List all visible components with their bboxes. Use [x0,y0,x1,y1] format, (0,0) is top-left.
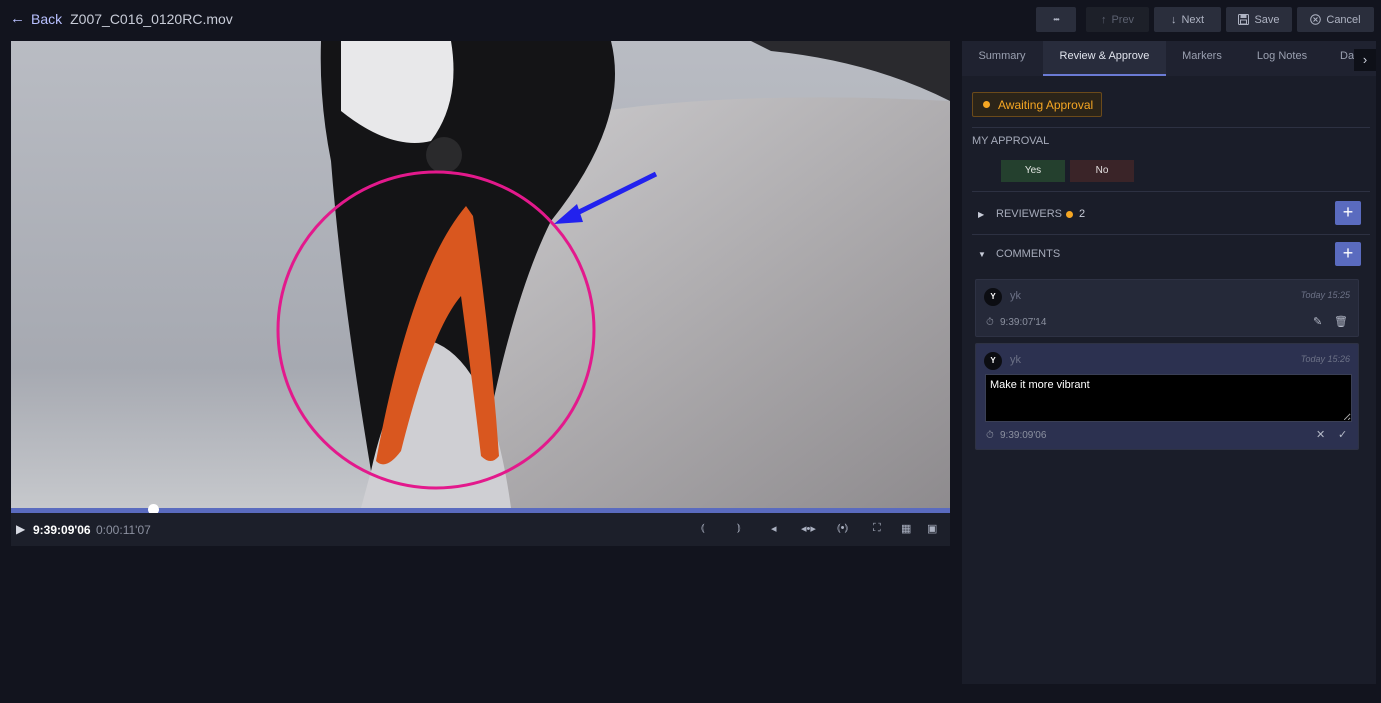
prev-button[interactable]: ↑ Prev [1086,7,1149,32]
avatar: Y [984,352,1002,370]
avatar: Y [984,288,1002,306]
play-icon[interactable]: ▶ [16,522,25,536]
file-name: Z007_C016_0120RC.mov [70,10,233,27]
go-to-in-icon[interactable]: ◂ [771,522,777,535]
add-comment-button[interactable]: + [1335,242,1361,266]
next-button[interactable]: ↓ Next [1154,7,1221,32]
approve-no-button[interactable]: No [1070,160,1134,182]
status-badge: Awaiting Approval [972,92,1103,117]
tab-log-notes[interactable]: Log Notes [1242,41,1322,76]
my-approval-label: MY APPROVAL [972,135,1050,147]
add-reviewer-button[interactable]: + [1335,201,1361,225]
prev-label: Prev [1111,13,1135,26]
close-icon[interactable]: ✕ [1316,428,1325,441]
arrow-left-icon: ← [10,10,25,27]
tab-markers[interactable]: Markers [1167,41,1237,76]
comment-textarea[interactable] [985,374,1352,422]
caret-down-icon[interactable]: ▼ [978,250,986,259]
comment-item-editing: Y yk Today 15:26 ⏱ 9:39:09'06 ✕ ✓ [975,343,1359,450]
save-icon [1238,14,1250,25]
tab-bar: Summary Review & Approve Markers Log Not… [962,41,1376,76]
trash-icon[interactable]: 🗑 [1334,315,1348,328]
clear-in-out-icon[interactable]: ◂•▸ [801,522,816,535]
top-bar: ← Back Z007_C016_0120RC.mov ••• ↑ Prev ↓… [0,0,1381,38]
player-controls: ▶ 9:39:09'06 0:00:11'07 ⦅ ⦆ ◂ ◂•▸ ⦅•⦆ ⛶ … [11,513,950,546]
play-in-out-icon[interactable]: ⦅•⦆ [837,522,848,535]
review-panel: Summary Review & Approve Markers Log Not… [962,41,1376,684]
save-label: Save [1254,13,1280,26]
mark-out-icon[interactable]: ⦆ [737,522,741,535]
cancel-circle-icon [1310,14,1322,25]
status-label: Awaiting Approval [998,97,1094,112]
save-button[interactable]: Save [1226,7,1292,32]
comment-timecode[interactable]: 9:39:07'14 [1000,317,1046,328]
comments-label[interactable]: COMMENTS [996,248,1060,260]
caret-right-icon[interactable]: ▶ [978,210,984,219]
edit-icon[interactable]: ✎ [1313,315,1322,328]
cancel-button[interactable]: Cancel [1297,7,1374,32]
stopwatch-icon: ⏱ [986,317,994,328]
image-icon[interactable]: ▣ [927,522,937,535]
divider [972,234,1370,235]
elapsed-time: 0:00:11'07 [96,523,151,537]
audio-levels-icon[interactable]: ▦ [901,522,911,535]
back-button[interactable]: ← Back Z007_C016_0120RC.mov [10,10,233,27]
comment-item: Y yk Today 15:25 ⏱ 9:39:07'14 ✎ 🗑 [975,279,1359,337]
comment-time: Today 15:26 [1300,354,1350,364]
next-label: Next [1181,13,1205,26]
comment-author: yk [1010,354,1021,366]
chevron-right-icon[interactable]: › [1354,49,1376,71]
divider [972,127,1370,128]
tab-review-approve[interactable]: Review & Approve [1043,41,1166,76]
fullscreen-icon[interactable]: ⛶ [873,522,881,535]
back-label: Back [31,10,63,27]
cancel-label: Cancel [1326,13,1361,26]
stopwatch-icon: ⏱ [986,430,994,441]
arrow-up-icon: ↑ [1100,13,1107,26]
comment-time: Today 15:25 [1300,290,1350,300]
reviewers-count: 2 [1079,208,1086,220]
divider [972,191,1370,192]
video-frame[interactable] [11,41,950,508]
comment-timecode[interactable]: 9:39:09'06 [1000,430,1046,441]
reviewers-label[interactable]: REVIEWERS [996,208,1062,220]
video-image [11,41,950,508]
status-dot [983,101,990,108]
more-icon: ••• [1053,15,1059,24]
arrow-down-icon: ↓ [1170,13,1177,26]
tab-summary[interactable]: Summary [962,41,1042,76]
more-button[interactable]: ••• [1036,7,1076,32]
approve-yes-button[interactable]: Yes [1001,160,1065,182]
check-icon[interactable]: ✓ [1338,428,1347,441]
timecode: 9:39:09'06 [33,523,91,537]
mark-in-icon[interactable]: ⦅ [701,522,705,535]
comment-author: yk [1010,290,1021,302]
reviewers-dot [1066,211,1073,218]
